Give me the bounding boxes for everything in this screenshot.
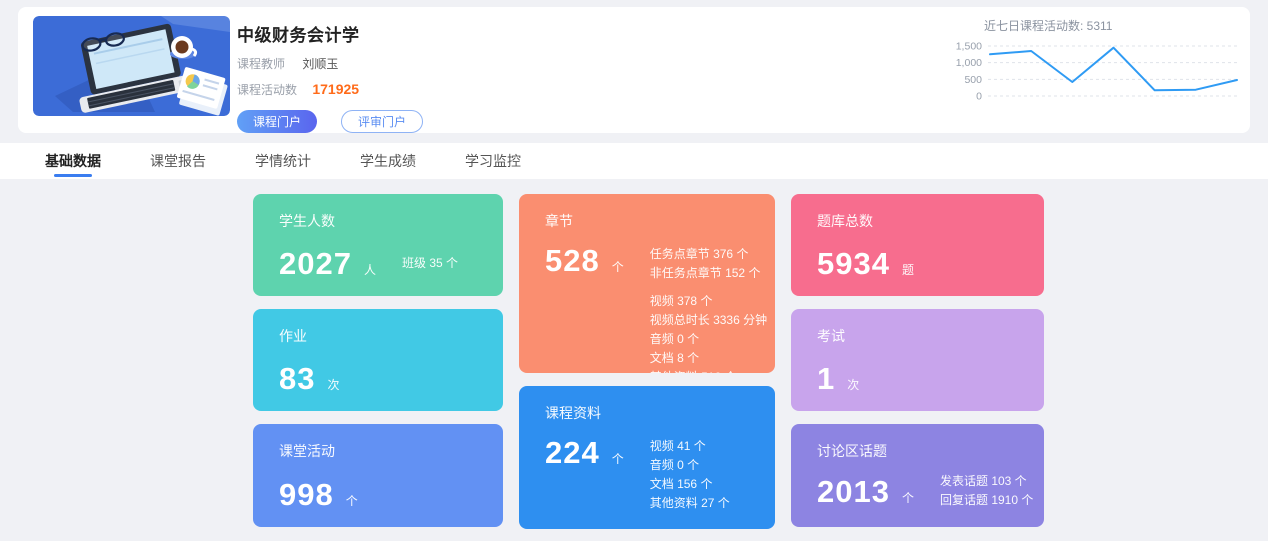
stat-detail-line: 其他资料 27 个 [650, 494, 730, 513]
review-portal-button[interactable]: 评审门户 [341, 110, 423, 133]
weekly-activity-chart: 近七日课程活动数: 5311 1,500 1,000 500 0 [942, 17, 1244, 104]
stat-card-title: 题库总数 [817, 211, 1018, 231]
chart-ytick-label: 0 [976, 91, 982, 103]
course-title: 中级财务会计学 [237, 21, 423, 46]
active-tab-underline [54, 174, 92, 177]
stat-card-details: 班级 35 个 [402, 254, 458, 273]
stat-card-value: 528 [545, 245, 600, 276]
tab-label: 学习监控 [465, 151, 521, 171]
stat-detail-line: 音频 0 个 [650, 330, 767, 349]
stat-detail-line: 音频 0 个 [650, 456, 730, 475]
stat-card-value: 2027 [279, 248, 352, 279]
stat-card-unit: 个 [902, 489, 914, 506]
teacher-name: 刘顺玉 [302, 57, 338, 71]
stat-card-value: 1 [817, 363, 835, 394]
stat-card-details: 发表话题 103 个回复话题 1910 个 [940, 472, 1033, 510]
stat-detail-line: 视频总时长 3336 分钟 [650, 311, 767, 330]
tab-2[interactable]: 课堂报告 [150, 143, 206, 179]
stat-detail-line: 文档 156 个 [650, 475, 730, 494]
stat-card-unit: 个 [612, 450, 624, 467]
stat-card-value: 2013 [817, 476, 890, 507]
stat-detail-line: 发表话题 103 个 [940, 472, 1033, 491]
stat-card: 作业 83 次 [253, 309, 503, 411]
stat-card-title: 课程资料 [545, 403, 749, 423]
stat-card-value: 998 [279, 479, 334, 510]
stat-card: 讨论区话题 2013 个 发表话题 103 个回复话题 1910 个 [791, 424, 1044, 527]
stat-card: 学生人数 2027 人 班级 35 个 [253, 194, 503, 296]
stat-card-value: 224 [545, 437, 600, 468]
card-column-middle: 章节 528 个 任务点章节 376 个非任务点章节 152 个视频 378 个视频总… [519, 194, 775, 529]
tab-label: 课堂报告 [150, 151, 206, 171]
tab-label: 基础数据 [45, 151, 101, 171]
stat-detail-line: 其他资料 516 个 [650, 368, 767, 373]
tab-bar: 基础数据 课堂报告 学情统计 学生成绩 学习监控 [0, 143, 1268, 179]
activity-chart-svg: 1,500 1,000 500 0 [942, 38, 1244, 104]
stat-card-title: 章节 [545, 211, 749, 231]
chart-ytick-label: 1,000 [956, 57, 982, 69]
stat-card-unit: 个 [346, 492, 358, 509]
stat-card-details: 任务点章节 376 个非任务点章节 152 个视频 378 个视频总时长 333… [650, 245, 767, 373]
stat-detail-line: 视频 41 个 [650, 437, 730, 456]
stat-card-title: 作业 [279, 326, 477, 346]
stat-card: 课堂活动 998 个 [253, 424, 503, 527]
card-column-left: 学生人数 2027 人 班级 35 个作业 83 次课堂活动 998 个 [253, 194, 503, 529]
chart-line-series [990, 48, 1237, 91]
stat-card: 课程资料 224 个 视频 41 个音频 0 个文档 156 个其他资料 27 个 [519, 386, 775, 529]
stat-detail-line: 文档 8 个 [650, 349, 767, 368]
chart-ytick-label: 1,500 [956, 41, 982, 53]
tab-4[interactable]: 学生成绩 [360, 143, 416, 179]
stat-detail-line: 任务点章节 376 个 [650, 245, 767, 264]
stat-card-title: 课堂活动 [279, 441, 477, 461]
stat-card-title: 考试 [817, 326, 1018, 346]
stat-card-unit: 次 [327, 376, 339, 393]
stat-card-unit: 个 [612, 258, 624, 275]
tab-label: 学生成绩 [360, 151, 416, 171]
tab-5[interactable]: 学习监控 [465, 143, 521, 179]
stats-card-grid: 学生人数 2027 人 班级 35 个作业 83 次课堂活动 998 个 章节 528 个 任务点章… [253, 194, 1044, 529]
stat-detail-line: 回复话题 1910 个 [940, 491, 1033, 510]
chart-title: 近七日课程活动数: 5311 [984, 17, 1244, 34]
stat-card-title: 讨论区话题 [817, 441, 1018, 461]
stat-card-value: 83 [279, 363, 315, 394]
course-portal-button[interactable]: 课程门户 [237, 110, 317, 133]
chart-ytick-label: 500 [964, 74, 982, 86]
course-header-card: 中级财务会计学 课程教师 刘顺玉 课程活动数 171925 课程门户 评审门户 … [18, 7, 1250, 133]
course-thumbnail [33, 16, 230, 116]
stat-card-unit: 题 [902, 261, 914, 278]
tab-label: 学情统计 [255, 151, 311, 171]
stat-card-unit: 次 [847, 376, 859, 393]
stat-card: 章节 528 个 任务点章节 376 个非任务点章节 152 个视频 378 个视频总… [519, 194, 775, 373]
card-column-right: 题库总数 5934 题考试 1次讨论区话题 2013 个 发表话题 103 个回复话题 19… [791, 194, 1044, 529]
teacher-label: 课程教师 [237, 57, 285, 71]
tab-3[interactable]: 学情统计 [255, 143, 311, 179]
stat-detail-line: 视频 378 个 [650, 292, 767, 311]
stat-card-title: 学生人数 [279, 211, 477, 231]
activity-count-label: 课程活动数 [237, 83, 297, 97]
stat-detail-line: 非任务点章节 152 个 [650, 264, 767, 283]
course-thumbnail-illustration [33, 16, 230, 116]
stat-detail-line: 班级 35 个 [402, 254, 458, 273]
activity-count-value: 171925 [312, 81, 359, 97]
stat-card: 题库总数 5934 题 [791, 194, 1044, 296]
stat-card-details: 视频 41 个音频 0 个文档 156 个其他资料 27 个 [650, 437, 730, 513]
stat-card-unit: 人 [364, 261, 376, 278]
stat-card: 考试 1次 [791, 309, 1044, 411]
stat-card-value: 5934 [817, 248, 890, 279]
tab-1[interactable]: 基础数据 [45, 143, 101, 179]
